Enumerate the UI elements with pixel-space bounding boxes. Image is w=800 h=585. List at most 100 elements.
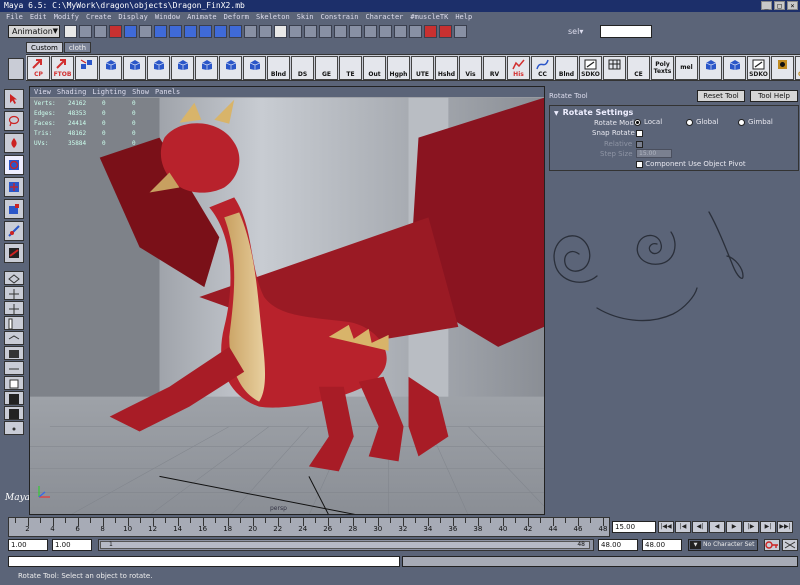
shelf-button-ctrl-icon[interactable] <box>771 56 794 80</box>
shelf-button-cube-icon[interactable] <box>243 56 266 80</box>
layout-outliner-button[interactable] <box>4 316 24 330</box>
tool-help-button[interactable]: Tool Help <box>750 90 798 102</box>
character-set-menu[interactable]: ▼ No Character Set <box>688 539 758 551</box>
radio-gimbal[interactable] <box>738 118 745 126</box>
scale-tool[interactable] <box>4 199 24 219</box>
shelf-button-blnd[interactable]: Blnd <box>267 56 290 80</box>
shelf-button-ce[interactable]: CE <box>627 56 650 80</box>
range-bar[interactable]: 1 48 <box>98 539 594 551</box>
shelf-button-poly-texts[interactable]: Poly Texts <box>651 56 674 80</box>
shelf-button-cp[interactable]: CP <box>27 56 50 80</box>
shelf-button-sdko[interactable]: SDKO <box>579 56 602 80</box>
perspective-viewport[interactable]: View Shading Lighting Show Panels Verts:… <box>29 86 545 515</box>
select-hierarchy-icon[interactable] <box>109 25 122 38</box>
go-to-start-button[interactable]: |◀◀ <box>658 521 674 533</box>
select-object-icon[interactable] <box>124 25 137 38</box>
menu-window[interactable]: Window <box>155 12 180 22</box>
shelf-button-cube-icon[interactable] <box>699 56 722 80</box>
menu-skeleton[interactable]: Skeleton <box>256 12 290 22</box>
snap-rotate-checkbox-wrap[interactable] <box>636 129 643 137</box>
viewport-menu-view[interactable]: View <box>34 87 51 97</box>
range-handle[interactable]: 1 48 <box>100 541 590 549</box>
save-scene-icon[interactable] <box>94 25 107 38</box>
menu-display[interactable]: Display <box>118 12 148 22</box>
radio-local[interactable] <box>634 118 641 126</box>
menu-skin[interactable]: Skin <box>297 12 314 22</box>
manipulator-tool[interactable] <box>4 221 24 241</box>
shelf-button-cube-icon[interactable] <box>723 56 746 80</box>
reset-tool-button[interactable]: Reset Tool <box>697 90 745 102</box>
shelf-button-ftob[interactable]: FTOB <box>51 56 74 80</box>
shelf-button-out[interactable]: Out <box>363 56 386 80</box>
layout-single-button[interactable] <box>4 271 24 285</box>
time-slider-track[interactable]: 2 4 6 8 10 12 14 16 18 20 22 24 26 28 30 32 34 36 38 40 42 44… <box>8 517 610 537</box>
menu-deform[interactable]: Deform <box>224 12 249 22</box>
viewport-menu-shading[interactable]: Shading <box>57 87 87 97</box>
minimize-button[interactable]: _ <box>761 1 772 10</box>
current-time-field[interactable]: 15.00 <box>612 521 656 533</box>
quick-select-input[interactable] <box>600 25 652 38</box>
mel-command-input[interactable] <box>8 556 400 567</box>
auto-key-button[interactable] <box>764 539 780 551</box>
shelf-button-his[interactable]: His <box>507 56 530 80</box>
shelf-tab-cloth[interactable]: cloth <box>63 42 92 53</box>
component-pivot-checkbox[interactable] <box>636 160 643 168</box>
highlight-selection-icon[interactable] <box>289 25 302 38</box>
mode-local-option[interactable]: Local <box>634 118 662 126</box>
playback-end-field[interactable]: 48.00 <box>598 539 638 551</box>
layout-script-button[interactable] <box>4 391 24 405</box>
ipr-render-icon[interactable] <box>439 25 452 38</box>
layout-options-button[interactable] <box>4 421 24 435</box>
step-forward-frame-button[interactable]: ▶| <box>760 521 776 533</box>
layout-custom-button[interactable] <box>4 376 24 390</box>
radio-global[interactable] <box>686 118 693 126</box>
viewport-menu-panels[interactable]: Panels <box>155 87 180 97</box>
menu-modify[interactable]: Modify <box>54 12 79 22</box>
component-pivot-option[interactable]: Component Use Object Pivot <box>636 160 746 168</box>
render-current-frame-icon[interactable] <box>424 25 437 38</box>
shelf-button-hgph[interactable]: Hgph <box>387 56 410 80</box>
snap-rotate-checkbox[interactable] <box>636 129 643 137</box>
mode-global-option[interactable]: Global <box>686 118 718 126</box>
viewport-menu-show[interactable]: Show <box>132 87 149 97</box>
animation-preferences-button[interactable] <box>782 539 798 551</box>
shelf-button-cube-icon[interactable] <box>99 56 122 80</box>
paint-select-tool[interactable] <box>4 133 24 153</box>
lock-selection-icon[interactable] <box>274 25 287 38</box>
menu-help[interactable]: Help <box>455 12 472 22</box>
move-tool[interactable] <box>4 177 24 197</box>
make-live-icon[interactable] <box>364 25 377 38</box>
layout-four-button[interactable] <box>4 286 24 300</box>
shelf-button-hshd[interactable]: Hshd <box>435 56 458 80</box>
layout-hypershade-button[interactable] <box>4 346 24 360</box>
mask-handle-icon[interactable] <box>154 25 167 38</box>
step-back-key-button[interactable]: ◀| <box>692 521 708 533</box>
menu-muscletk[interactable]: #muscleTK <box>410 12 448 22</box>
play-backwards-button[interactable]: ◀ <box>709 521 725 533</box>
snap-grid-icon[interactable] <box>304 25 317 38</box>
shelf-button-cube-icon[interactable] <box>195 56 218 80</box>
input-ops-icon[interactable] <box>379 25 392 38</box>
animation-end-field[interactable]: 48.00 <box>642 539 682 551</box>
menu-constrain[interactable]: Constrain <box>321 12 359 22</box>
shelf-button-te[interactable]: TE <box>339 56 362 80</box>
step-back-frame-button[interactable]: |◀ <box>675 521 691 533</box>
go-to-end-button[interactable]: ▶▶| <box>777 521 793 533</box>
playback-start-field[interactable]: 1.00 <box>52 539 92 551</box>
shelf-button-grid-icon[interactable] <box>603 56 626 80</box>
layout-graph-button[interactable] <box>4 331 24 345</box>
shelf-button-ctrl[interactable]: CTRL <box>795 56 800 80</box>
mask-deformer-icon[interactable] <box>214 25 227 38</box>
shelf-button-cc[interactable]: CC <box>531 56 554 80</box>
output-ops-icon[interactable] <box>394 25 407 38</box>
lasso-tool[interactable] <box>4 111 24 131</box>
rotate-tool[interactable] <box>4 155 24 175</box>
close-button[interactable]: × <box>787 1 798 10</box>
shelf-button-mel[interactable]: mel <box>675 56 698 80</box>
layout-four-alt-button[interactable] <box>4 301 24 315</box>
menu-file[interactable]: File <box>6 12 23 22</box>
snap-curve-icon[interactable] <box>319 25 332 38</box>
shelf-button-ds[interactable]: DS <box>291 56 314 80</box>
open-scene-icon[interactable] <box>79 25 92 38</box>
step-forward-key-button[interactable]: |▶ <box>743 521 759 533</box>
